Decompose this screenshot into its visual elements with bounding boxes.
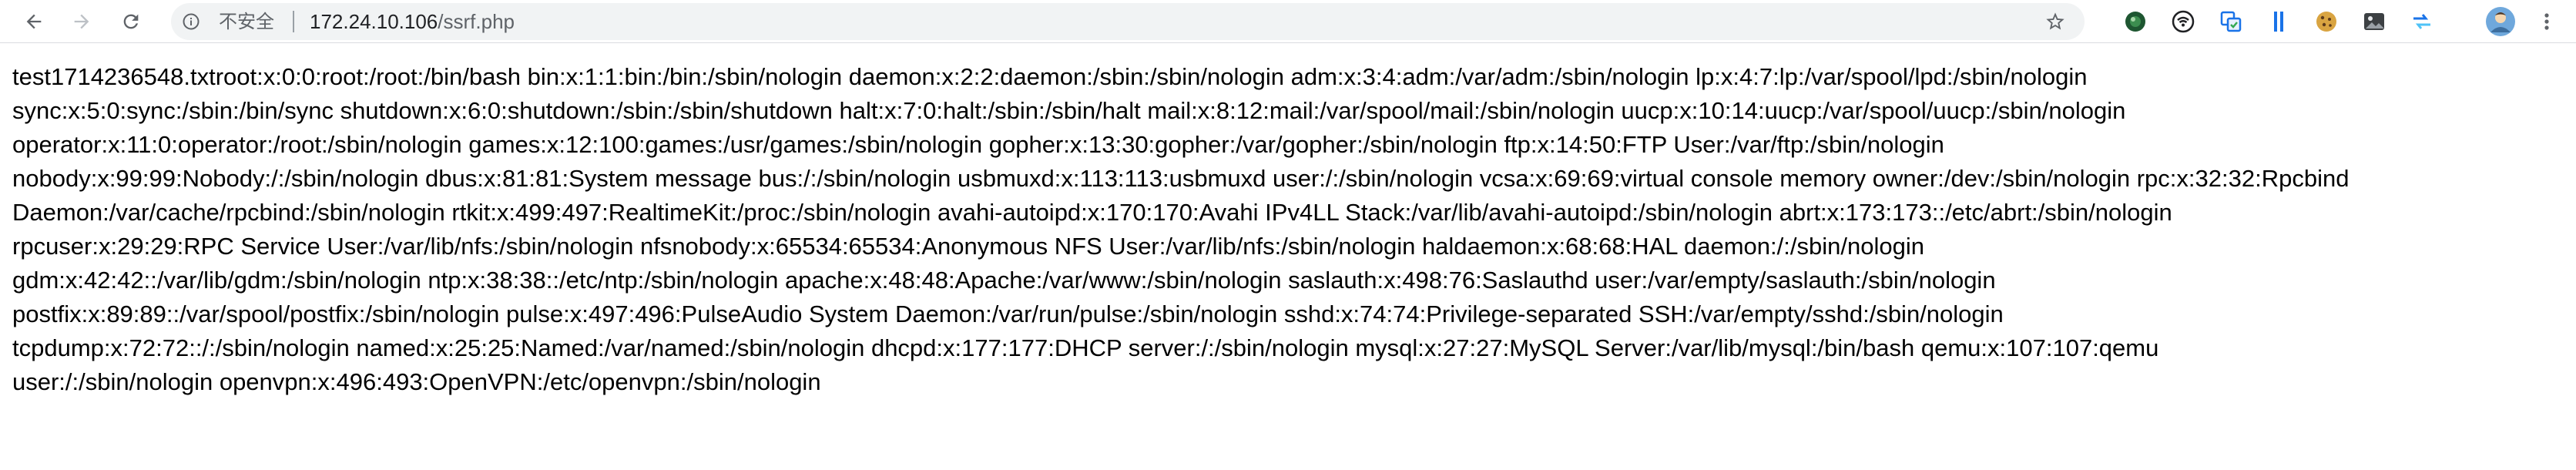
browser-toolbar: 不安全 172.24.10.106/ssrf.php — [0, 0, 2576, 43]
bookmark-star-icon[interactable] — [2044, 11, 2066, 32]
image-extension-icon[interactable] — [2362, 9, 2386, 34]
address-bar[interactable]: 不安全 172.24.10.106/ssrf.php — [171, 3, 2085, 40]
arrow-right-icon — [74, 14, 89, 29]
url-path: /ssrf.php — [438, 10, 515, 33]
profile-avatar-icon[interactable] — [2485, 6, 2516, 37]
green-circle-extension-icon[interactable] — [2123, 9, 2148, 34]
info-icon[interactable] — [182, 12, 200, 31]
cookie-extension-icon[interactable] — [2314, 9, 2339, 34]
url-text[interactable]: 172.24.10.106/ssrf.php — [310, 11, 515, 32]
copy-extension-icon[interactable] — [2219, 9, 2243, 34]
double-bar-extension-icon[interactable] — [2266, 9, 2291, 34]
arrow-left-icon — [26, 14, 42, 29]
more-vertical-icon[interactable] — [2534, 9, 2559, 34]
reload-icon — [123, 14, 139, 29]
omnibox-divider — [293, 11, 294, 32]
reload-button[interactable] — [116, 6, 146, 37]
page-body-text: test1714236548.txtroot:x:0:0:root:/root:… — [12, 63, 2350, 395]
wifi-extension-icon[interactable] — [2171, 9, 2195, 34]
swap-extension-icon[interactable] — [2410, 9, 2434, 34]
forward-button[interactable] — [66, 6, 97, 37]
security-status-label[interactable]: 不安全 — [219, 12, 274, 32]
url-host: 172.24.10.106 — [310, 10, 438, 33]
back-button[interactable] — [18, 6, 49, 37]
